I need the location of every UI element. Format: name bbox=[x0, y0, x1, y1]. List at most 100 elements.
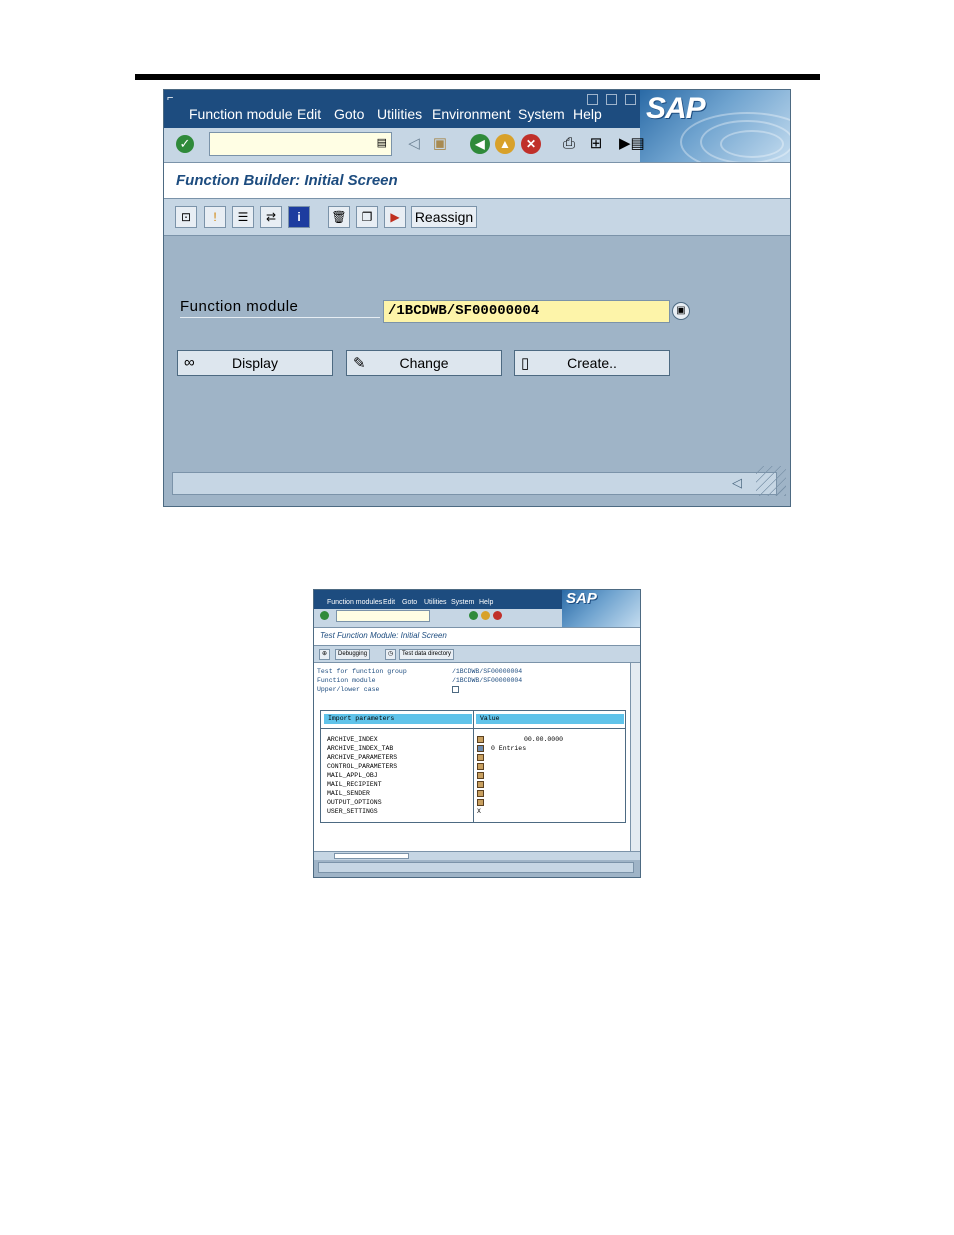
new-session-icon[interactable]: ▶▤ bbox=[619, 134, 645, 154]
info-value-function-group: /1BCDWB/SF00000004 bbox=[452, 668, 523, 675]
create-button[interactable]: ▯ Create.. bbox=[514, 350, 670, 376]
header-value: Value bbox=[476, 714, 624, 724]
header-import-parameters: Import parameters bbox=[324, 714, 472, 724]
table-row: ARCHIVE_PARAMETERS bbox=[327, 754, 398, 761]
back-icon[interactable]: ◀ bbox=[470, 134, 490, 154]
delete-icon[interactable]: 🗑 bbox=[328, 206, 350, 228]
exit-icon[interactable]: ▲ bbox=[495, 134, 515, 154]
clock-icon[interactable]: ◷ bbox=[385, 649, 397, 660]
enter-check-icon-2[interactable] bbox=[320, 611, 329, 620]
command-field-2[interactable] bbox=[336, 610, 430, 622]
menu-goto[interactable]: Goto bbox=[334, 106, 364, 122]
vertical-scrollbar[interactable] bbox=[630, 663, 640, 851]
close-icon[interactable] bbox=[625, 94, 636, 105]
info-label-function-group: Test for function group bbox=[317, 668, 407, 675]
edit-value-icon[interactable] bbox=[477, 781, 484, 788]
command-field[interactable]: ▤ bbox=[209, 132, 392, 156]
table-row: ARCHIVE_INDEX bbox=[327, 736, 378, 743]
menu-function-module[interactable]: Function module bbox=[189, 106, 293, 122]
import-parameters-table: Import parameters Value ARCHIVE_INDEX AR… bbox=[320, 710, 626, 823]
test-icon[interactable]: ! bbox=[204, 206, 226, 228]
menu-utilities[interactable]: Utilities bbox=[377, 106, 422, 122]
print-icon[interactable]: ⎙ bbox=[559, 134, 579, 154]
function-module-input[interactable]: /1BCDWB/SF00000004 bbox=[383, 300, 670, 323]
info-icon[interactable]: i bbox=[288, 206, 310, 228]
menu-edit[interactable]: Edit bbox=[297, 106, 321, 122]
edit-value-icon[interactable] bbox=[477, 799, 484, 806]
table-row: CONTROL_PARAMETERS bbox=[327, 763, 398, 770]
menu2-system[interactable]: System bbox=[451, 599, 474, 606]
sap-logo-text: SAP bbox=[646, 92, 706, 125]
test-function-module-window: Function modules Edit Goto Utilities Sys… bbox=[313, 589, 641, 878]
info-label-function-module: Function module bbox=[317, 677, 376, 684]
function-builder-window: ⌐ Function module Edit Goto Utilities En… bbox=[163, 89, 791, 507]
other-object-icon[interactable]: ⊡ bbox=[175, 206, 197, 228]
table-row: ARCHIVE_INDEX_TAB bbox=[327, 745, 394, 752]
upper-lower-case-checkbox[interactable] bbox=[452, 686, 459, 693]
value-archive-index[interactable]: 00.00.0000 bbox=[524, 736, 563, 743]
cancel-icon-2[interactable] bbox=[493, 611, 502, 620]
info-value-function-module: /1BCDWB/SF00000004 bbox=[452, 677, 523, 684]
hierarchy-icon[interactable]: ⇄ bbox=[260, 206, 282, 228]
rename-icon[interactable]: ▶ bbox=[384, 206, 406, 228]
table-row: MAIL_SENDER bbox=[327, 790, 370, 797]
menu2-function-modules[interactable]: Function modules bbox=[327, 599, 382, 606]
table-row: OUTPUT_OPTIONS bbox=[327, 799, 382, 806]
maximize-icon[interactable] bbox=[606, 94, 617, 105]
sap-logo: SAP bbox=[640, 90, 790, 162]
execute-icon[interactable]: ⊕ bbox=[319, 649, 331, 660]
copy-icon[interactable]: ❐ bbox=[356, 206, 378, 228]
reassign-button[interactable]: Reassign bbox=[411, 206, 477, 228]
menu-system[interactable]: System bbox=[518, 106, 565, 122]
exit-icon-2[interactable] bbox=[481, 611, 490, 620]
back-icon-2[interactable] bbox=[469, 611, 478, 620]
edit-value-icon[interactable] bbox=[477, 736, 484, 743]
table-row: USER_SETTINGS bbox=[327, 808, 378, 815]
menu-environment[interactable]: Environment bbox=[432, 106, 511, 122]
page-title: Function Builder: Initial Screen bbox=[176, 172, 398, 189]
function-module-label: Function module bbox=[180, 298, 380, 318]
status-bar-2 bbox=[318, 862, 634, 873]
scroll-thumb[interactable] bbox=[334, 853, 409, 859]
find-icon[interactable]: ⊞ bbox=[586, 134, 606, 154]
status-arrow-icon[interactable]: ◁ bbox=[732, 475, 742, 491]
page-top-rule bbox=[135, 74, 820, 80]
edit-value-icon[interactable] bbox=[477, 763, 484, 770]
value-user-settings[interactable]: X bbox=[477, 808, 481, 815]
menu2-edit[interactable]: Edit bbox=[383, 599, 395, 606]
menu2-utilities[interactable]: Utilities bbox=[424, 599, 447, 606]
change-button[interactable]: ✎ Change bbox=[346, 350, 502, 376]
application-toolbar-2: ⊕ Debugging ◷ Test data directory bbox=[314, 646, 640, 663]
menu-help[interactable]: Help bbox=[573, 106, 602, 122]
display-button[interactable]: ∞ Display bbox=[177, 350, 333, 376]
enter-check-icon[interactable]: ✓ bbox=[176, 135, 194, 153]
cancel-icon[interactable]: ✕ bbox=[521, 134, 541, 154]
menu2-goto[interactable]: Goto bbox=[402, 599, 417, 606]
application-toolbar: ⊡ ! ☰ ⇄ i 🗑 ❐ ▶ Reassign bbox=[164, 199, 790, 236]
table-row: MAIL_RECIPIENT bbox=[327, 781, 382, 788]
value-help-icon[interactable]: ▣ bbox=[672, 302, 690, 320]
window-menu-icon[interactable]: ⌐ bbox=[167, 92, 173, 104]
title-bar-2: Test Function Module: Initial Screen bbox=[314, 628, 640, 646]
edit-value-icon[interactable] bbox=[477, 790, 484, 797]
menu2-help[interactable]: Help bbox=[479, 599, 493, 606]
save-icon[interactable]: ▣ bbox=[430, 134, 450, 154]
edit-value-icon[interactable] bbox=[477, 754, 484, 761]
test-data-directory-button[interactable]: Test data directory bbox=[399, 649, 455, 660]
horizontal-scrollbar[interactable] bbox=[314, 851, 640, 860]
table-entries-icon[interactable] bbox=[477, 745, 484, 752]
table-row: MAIL_APPL_OBJ bbox=[327, 772, 378, 779]
test-content-area: Test for function group /1BCDWB/SF000000… bbox=[314, 663, 630, 851]
info-label-upper-lower-case: Upper/lower case bbox=[317, 686, 380, 693]
where-used-icon[interactable]: ☰ bbox=[232, 206, 254, 228]
resize-grip-icon[interactable] bbox=[756, 466, 786, 496]
history-dropdown-icon[interactable]: ▤ bbox=[377, 136, 387, 149]
edit-value-icon[interactable] bbox=[477, 772, 484, 779]
debugging-button[interactable]: Debugging bbox=[335, 649, 371, 660]
minimize-icon[interactable] bbox=[587, 94, 598, 105]
value-archive-index-tab[interactable]: 0 Entries bbox=[491, 745, 526, 752]
back-arrow-icon[interactable]: ◁ bbox=[404, 134, 424, 154]
sap-logo-2: SAP bbox=[562, 590, 640, 627]
page-title-2: Test Function Module: Initial Screen bbox=[320, 631, 447, 640]
title-bar: Function Builder: Initial Screen bbox=[164, 163, 790, 199]
